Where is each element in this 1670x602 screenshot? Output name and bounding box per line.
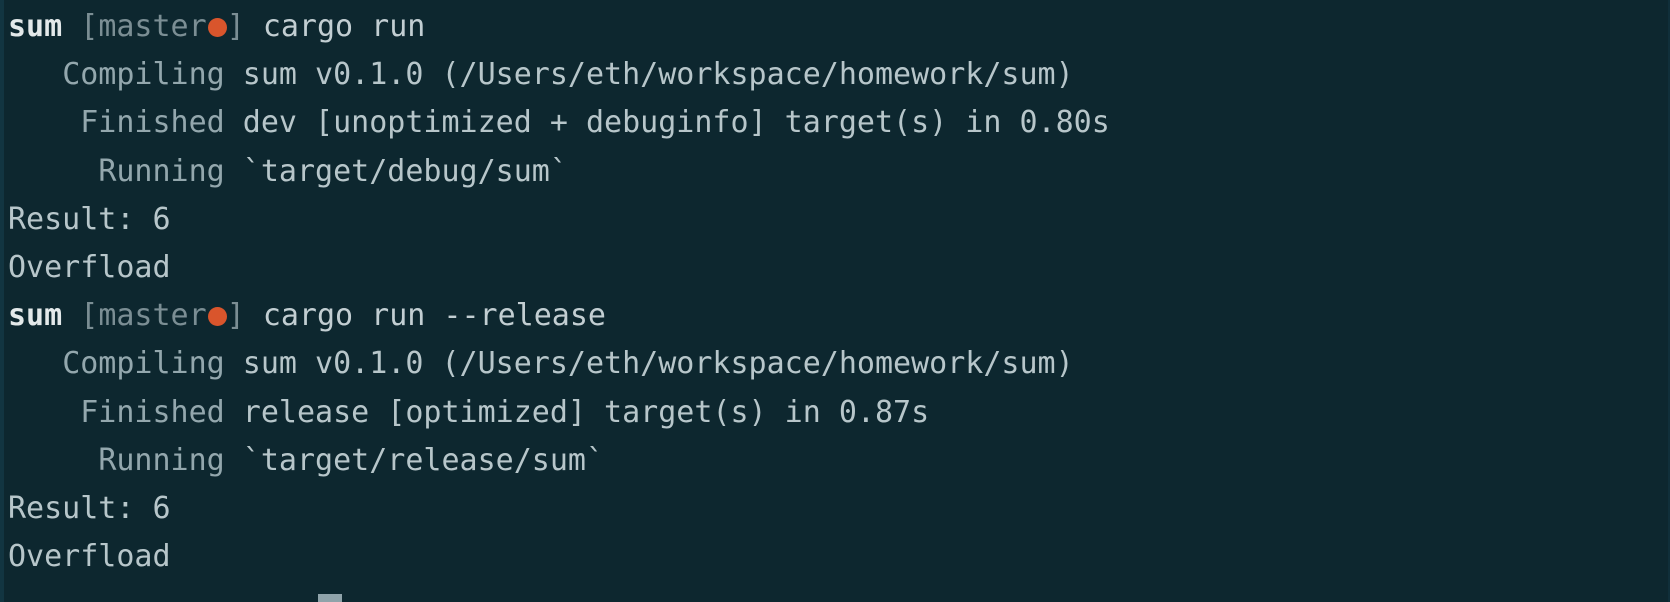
- output-text: Result: 6: [8, 490, 171, 526]
- output-indent: [8, 57, 62, 92]
- command-text: cargo run --release: [262, 298, 606, 334]
- cargo-status-label: Finished: [80, 105, 225, 141]
- prompt-space-2: [245, 9, 263, 44]
- prompt-bracket-close: ]: [226, 298, 245, 334]
- text-cursor: [318, 594, 342, 602]
- output-indent: [8, 443, 98, 478]
- cargo-status-label: Compiling: [62, 57, 225, 93]
- output-text: sum v0.1.0 (/Users/eth/workspace/homewor…: [224, 57, 1074, 93]
- cargo-status-label: Running: [98, 153, 225, 189]
- output-text: Overfload: [8, 249, 171, 285]
- output-indent: [8, 154, 98, 189]
- output-line: Overfload: [8, 533, 1670, 581]
- prompt-bracket-open: [: [80, 9, 99, 44]
- prompt-line: sum [master] cargo run --release: [8, 292, 1670, 340]
- output-line: Finished dev [unoptimized + debuginfo] t…: [8, 99, 1670, 147]
- prompt-directory: sum: [8, 9, 63, 44]
- output-line: Running `target/release/sum`: [8, 437, 1670, 485]
- prompt-branch: master: [98, 298, 207, 334]
- output-line: Result: 6: [8, 485, 1670, 533]
- output-text: `target/debug/sum`: [224, 153, 568, 189]
- output-text: Result: 6: [8, 201, 171, 237]
- output-line: Overfload: [8, 244, 1670, 292]
- cargo-status-label: Finished: [80, 394, 225, 430]
- output-indent: [8, 346, 62, 381]
- terminal-screen[interactable]: sum [master] cargo run Compiling sum v0.…: [0, 0, 1670, 581]
- terminal-window[interactable]: sum [master] cargo run Compiling sum v0.…: [0, 0, 1670, 602]
- output-line: Result: 6: [8, 196, 1670, 244]
- git-dirty-dot-icon: [207, 18, 227, 37]
- output-line: Running `target/debug/sum`: [8, 148, 1670, 196]
- cargo-status-label: Compiling: [62, 346, 225, 382]
- output-text: dev [unoptimized + debuginfo] target(s) …: [224, 105, 1110, 141]
- output-line: Compiling sum v0.1.0 (/Users/eth/workspa…: [8, 51, 1670, 99]
- output-text: sum v0.1.0 (/Users/eth/workspace/homewor…: [224, 346, 1074, 382]
- prompt-bracket-close: ]: [226, 9, 245, 44]
- cargo-status-label: Running: [98, 442, 225, 478]
- output-line: Finished release [optimized] target(s) i…: [8, 389, 1670, 437]
- output-text: Overfload: [8, 539, 171, 575]
- output-indent: [8, 105, 80, 140]
- command-text: cargo run: [262, 9, 426, 44]
- output-indent: [8, 395, 80, 430]
- prompt-bracket-open: [: [80, 298, 99, 334]
- git-dirty-dot-icon: [207, 307, 227, 327]
- output-text: release [optimized] target(s) in 0.87s: [224, 394, 930, 430]
- prompt-space-2: [245, 298, 263, 333]
- output-line: Compiling sum v0.1.0 (/Users/eth/workspa…: [8, 340, 1670, 388]
- prompt-line: sum [master] cargo run: [8, 3, 1670, 51]
- prompt-branch: master: [98, 9, 207, 44]
- output-text: `target/release/sum`: [224, 442, 605, 478]
- prompt-directory: sum: [8, 298, 63, 334]
